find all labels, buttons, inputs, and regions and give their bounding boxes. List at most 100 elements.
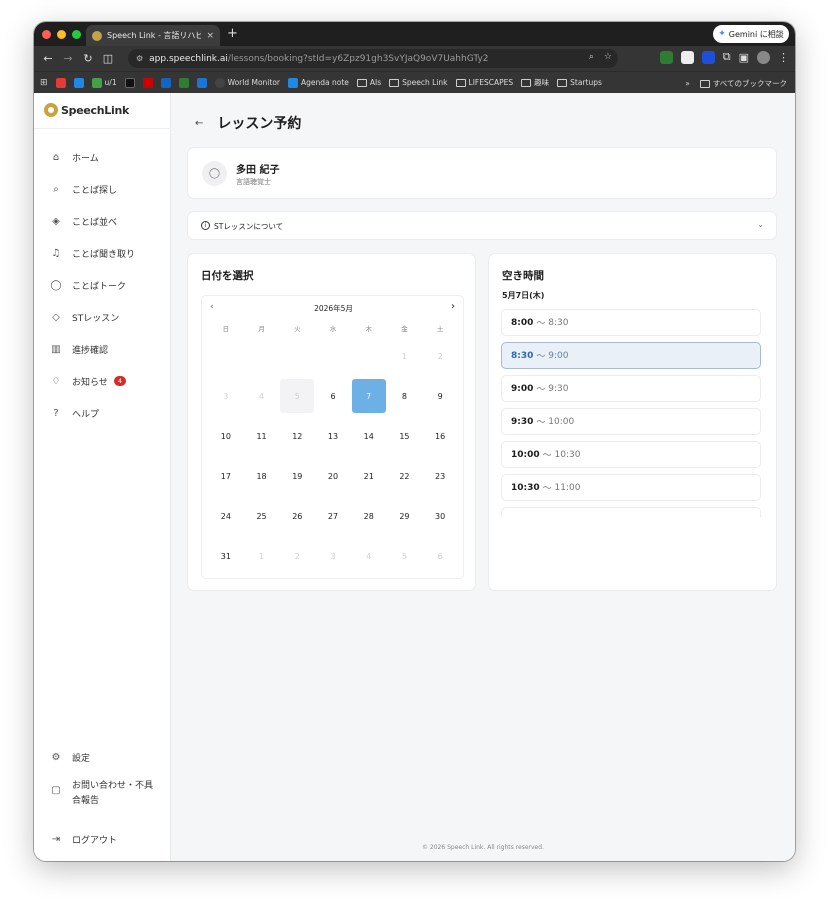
all-bookmarks-button[interactable]: すべてのブックマーク — [699, 78, 787, 89]
bookmark-x-icon[interactable] — [124, 77, 135, 88]
calendar-day[interactable]: 14 — [351, 416, 387, 456]
site-info-icon[interactable]: ⚙ — [136, 54, 143, 63]
sidebar-item-contact[interactable]: ▢ お問い合わせ・不具 合報告 — [34, 773, 171, 823]
bookmarks-more-button[interactable]: » — [685, 79, 690, 88]
sidebar-item-notifications[interactable]: ♢ お知らせ 4 — [34, 365, 171, 397]
time-slot-selected[interactable]: 8:30 〜 9:00 — [501, 342, 761, 369]
extensions-puzzle-icon[interactable]: ⧉ — [723, 50, 731, 64]
address-bar[interactable]: ⚙ app.speechlink.ai/lessons/booking?stId… — [128, 49, 618, 68]
time-slot[interactable]: 10:30 〜 11:00 — [501, 474, 761, 501]
sidebar-item-st-lesson[interactable]: ◇ STレッスン — [34, 301, 171, 333]
back-arrow-icon[interactable]: ← — [195, 118, 203, 129]
sidebar-item-word-order[interactable]: ◈ ことば並べ — [34, 205, 171, 237]
tab-bar: Speech Link - 言語リハビリ支援 × + ✦ Gemini に相談 — [34, 22, 795, 46]
calendar-day[interactable]: 6 — [315, 376, 351, 416]
calendar-day[interactable]: 23 — [422, 456, 458, 496]
calendar-day[interactable]: 20 — [315, 456, 351, 496]
bookmark-folder-speech-link[interactable]: Speech Link — [389, 78, 448, 87]
calendar-day[interactable]: 19 — [279, 456, 315, 496]
calendar-day[interactable]: 31 — [208, 536, 244, 576]
calendar-day[interactable]: 8 — [387, 376, 423, 416]
time-slot[interactable]: 10:00 〜 10:30 — [501, 441, 761, 468]
bookmark-agenda-note[interactable]: Agenda note — [288, 77, 349, 88]
calendar-day[interactable]: 9 — [422, 376, 458, 416]
time-slot[interactable]: 8:00 〜 8:30 — [501, 309, 761, 336]
reload-icon[interactable]: ↻ — [78, 52, 98, 65]
next-month-icon[interactable]: › — [451, 301, 455, 312]
bookmark-folder-hobby[interactable]: 趣味 — [521, 77, 549, 88]
bookmark-folder-startups[interactable]: Startups — [557, 78, 602, 87]
about-accordion[interactable]: i STレッスンについて ⌄ — [187, 211, 777, 240]
bookmark-folder-ais[interactable]: AIs — [356, 78, 381, 87]
sidebar-item-settings[interactable]: ⚙ 設定 — [34, 741, 171, 773]
window-controls — [42, 30, 81, 39]
side-panel-icon[interactable]: ◫ — [98, 52, 118, 65]
calendar-day[interactable]: 12 — [279, 416, 315, 456]
calendar-day[interactable]: 17 — [208, 456, 244, 496]
sidebar-item-logout[interactable]: ⇥ ログアウト — [34, 823, 171, 855]
close-window-button[interactable] — [42, 30, 51, 39]
calendar-day[interactable]: 21 — [351, 456, 387, 496]
calendar-day[interactable]: 30 — [422, 496, 458, 536]
browser-tab[interactable]: Speech Link - 言語リハビリ支援 × — [86, 25, 220, 46]
bookmarks-bar: ⊞ u/1 World Monitor Agenda note AIs Spee… — [34, 71, 795, 93]
calendar-day[interactable]: 27 — [315, 496, 351, 536]
zoom-search-icon[interactable]: ⌕ — [589, 52, 594, 62]
back-icon[interactable]: ← — [38, 52, 58, 65]
bookmark-star-icon[interactable]: ☆ — [604, 52, 612, 62]
bookmark-blue-icon[interactable] — [196, 77, 207, 88]
calendar-day[interactable]: 11 — [244, 416, 280, 456]
slot-separator: 〜 — [542, 451, 552, 461]
calendar-day[interactable]: 13 — [315, 416, 351, 456]
sidebar-item-label: ことば探し — [72, 185, 118, 196]
gemini-button[interactable]: ✦ Gemini に相談 — [713, 25, 789, 43]
bookmark-gmail-icon[interactable] — [55, 77, 66, 88]
calendar-day-selected[interactable]: 7 — [351, 376, 387, 416]
message-square-icon: ▢ — [51, 785, 61, 796]
sidebar-item-word-search[interactable]: ⌕ ことば探し — [34, 173, 171, 205]
slot-end: 9:00 — [548, 350, 569, 361]
sidebar-item-talk[interactable]: ◯ ことばトーク — [34, 269, 171, 301]
calendar-day[interactable]: 24 — [208, 496, 244, 536]
profile-avatar-icon[interactable] — [757, 50, 770, 64]
calendar-day[interactable]: 26 — [279, 496, 315, 536]
forward-icon[interactable]: → — [58, 52, 78, 65]
calendar-day[interactable]: 15 — [387, 416, 423, 456]
bookmark-cnn-icon[interactable] — [142, 77, 153, 88]
minimize-window-button[interactable] — [57, 30, 66, 39]
bookmark-green-icon[interactable] — [178, 77, 189, 88]
new-tab-button[interactable]: + — [227, 26, 238, 41]
time-slot-list[interactable]: 8:00 〜 8:30 8:30 〜 9:00 9:00 〜 9:30 9:30 〜 1… — [501, 309, 761, 517]
calendar-day[interactable]: 18 — [244, 456, 280, 496]
bookmark-docs-icon[interactable] — [73, 77, 84, 88]
bookmark-folder-lifescapes[interactable]: LIFESCAPES — [455, 78, 513, 87]
bookmark-u1[interactable]: u/1 — [91, 77, 117, 88]
sidebar-item-help[interactable]: ? ヘルプ — [34, 397, 171, 429]
zoom-window-button[interactable] — [72, 30, 81, 39]
calendar-day[interactable]: 10 — [208, 416, 244, 456]
bookmark-world-monitor[interactable]: World Monitor — [214, 77, 280, 88]
calendar-day[interactable]: 16 — [422, 416, 458, 456]
bookmark-news-icon[interactable] — [160, 77, 171, 88]
logo[interactable]: SpeechLink — [44, 103, 129, 117]
extension-blue-icon[interactable] — [701, 50, 715, 64]
apps-grid-icon[interactable]: ⊞ — [40, 78, 48, 88]
time-slot[interactable]: 9:30 〜 10:00 — [501, 408, 761, 435]
sidebar-item-progress[interactable]: ▥ 進捗確認 — [34, 333, 171, 365]
calendar-day[interactable]: 25 — [244, 496, 280, 536]
sidebar-item-listening[interactable]: ♫ ことば聞き取り — [34, 237, 171, 269]
time-slot[interactable]: 9:00 〜 9:30 — [501, 375, 761, 402]
help-icon: ? — [53, 407, 59, 419]
time-slot-partial[interactable] — [501, 507, 761, 517]
sidebar-item-home[interactable]: ⌂ ホーム — [34, 141, 171, 173]
calendar-empty-cell — [279, 336, 315, 376]
extension-s-icon[interactable] — [680, 50, 694, 64]
calendar-day[interactable]: 28 — [351, 496, 387, 536]
calendar-day[interactable]: 22 — [387, 456, 423, 496]
calendar-day[interactable]: 29 — [387, 496, 423, 536]
browser-menu-icon[interactable]: ⋮ — [778, 51, 789, 64]
tab-close-icon[interactable]: × — [206, 31, 214, 41]
tab-search-icon[interactable]: ▣ — [739, 51, 749, 64]
calendar-day-disabled: 3 — [223, 391, 229, 401]
extension-icon[interactable] — [659, 50, 673, 64]
